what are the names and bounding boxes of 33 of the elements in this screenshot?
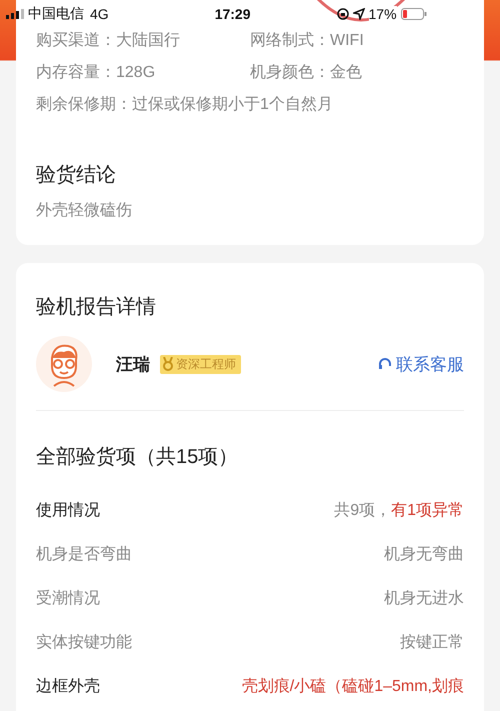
check-result: 壳划痕/小磕（磕碰1–5mm,划痕: [242, 676, 464, 696]
device-info-text: 内存容量：128G: [36, 62, 156, 83]
contact-support-link[interactable]: 联系客服: [378, 352, 464, 376]
conclusion-title: 验货结论: [36, 163, 117, 188]
check-result: 机身无进水: [384, 588, 464, 608]
network-type: 4G: [90, 6, 109, 22]
check-item-label: 受潮情况: [36, 588, 100, 608]
check-result: 机身无弯曲: [384, 544, 464, 564]
avatar-drawing: [36, 336, 92, 392]
carrier-name: 中国电信: [28, 5, 84, 23]
category-label: 使用情况: [36, 500, 100, 520]
device-info-text: 机身颜色：金色: [250, 62, 363, 83]
device-info-text: 购买渠道：大陆国行: [36, 30, 181, 51]
orientation-lock-icon: [336, 8, 348, 20]
battery-percentage: 17%: [368, 6, 397, 22]
location-arrow-icon: [352, 8, 364, 20]
engineer-name: 汪瑞: [116, 354, 150, 376]
conclusion-text: 外壳轻微磕伤: [36, 200, 133, 221]
section-title: 全部验货项（共15项）: [36, 445, 240, 470]
engineer-level-badge: 资深工程师: [160, 354, 241, 374]
check-item-label: 机身是否弯曲: [36, 544, 132, 564]
signal-icon: [6, 9, 24, 19]
clock-time: 17:29: [214, 6, 250, 22]
category-summary: 共9项，有1项异常: [334, 500, 464, 520]
headset-icon: [378, 357, 392, 371]
report-title: 验机报告详情: [36, 295, 157, 320]
category-label: 边框外壳: [36, 676, 100, 696]
check-item-label: 实体按键功能: [36, 632, 132, 652]
device-info-text: 网络制式：WIFI: [250, 30, 365, 51]
medal-icon: [162, 357, 174, 371]
device-info-text: 剩余保修期：过保或保修期小于1个自然月: [36, 94, 333, 115]
battery-icon: [400, 8, 427, 20]
check-result: 按键正常: [400, 632, 464, 652]
